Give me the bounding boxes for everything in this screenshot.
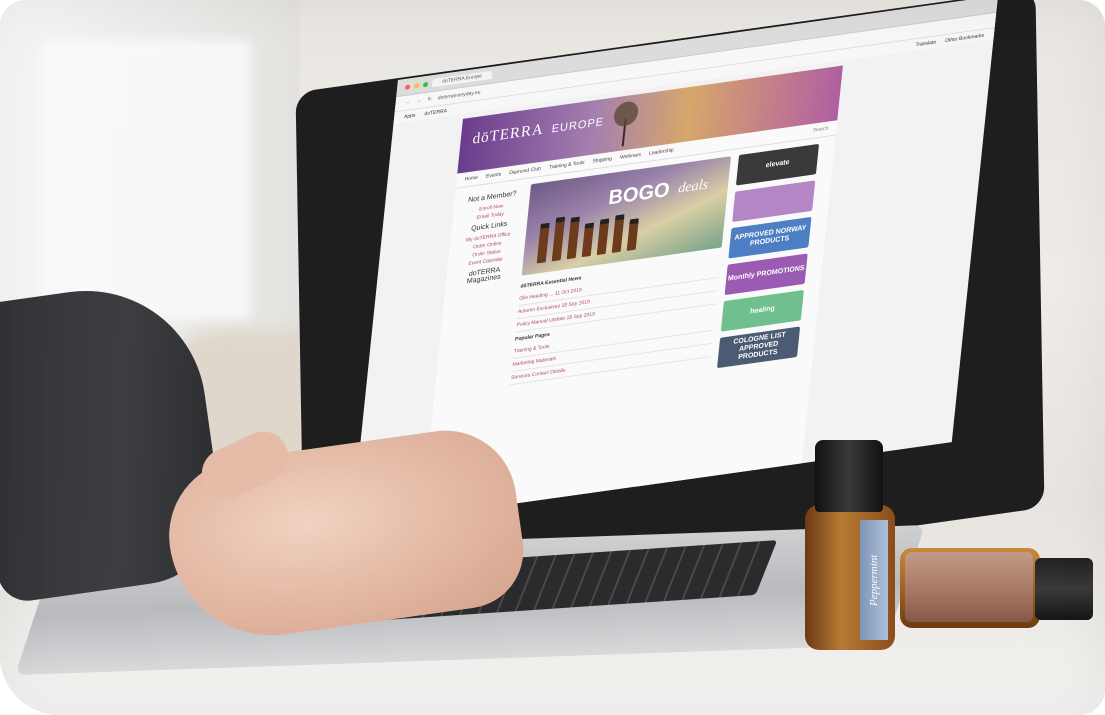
oil-bottle-icon	[566, 216, 580, 260]
search-input[interactable]: Search	[812, 125, 828, 133]
oil-bottle-icon	[596, 218, 610, 256]
bottle-cap	[1035, 558, 1093, 620]
bottle-group	[536, 206, 641, 264]
maximize-dot-icon[interactable]	[422, 81, 429, 88]
window-light	[40, 40, 250, 320]
bookmark-item[interactable]: doTERRA	[424, 108, 447, 117]
photo-frame: doTERRA Europe ← → ↻ doterraeveryday.eu …	[0, 0, 1105, 715]
bookmark-item[interactable]: Other Bookmarks	[945, 32, 985, 44]
nav-item-leadership[interactable]: Leadership	[649, 147, 674, 157]
bottle-cap	[815, 440, 883, 512]
bogo-script: deals	[677, 177, 709, 197]
nav-item-diamond-club[interactable]: Diamond Club	[509, 166, 541, 177]
cologne-list-tile[interactable]: COLOGNE LIST APPROVED PRODUCTS	[717, 326, 801, 369]
site-logo[interactable]: dōTERRA EUROPE	[472, 113, 605, 149]
nav-item-events[interactable]: Events	[486, 171, 502, 179]
reload-icon[interactable]: ↻	[427, 96, 432, 103]
minimize-dot-icon[interactable]	[413, 82, 420, 89]
bottle-label-lavender	[905, 552, 1033, 622]
oil-bottle-icon	[626, 218, 639, 251]
forward-icon[interactable]: →	[416, 98, 422, 105]
nav-item-webinars[interactable]: Webinars	[620, 152, 642, 161]
nav-item-shipping[interactable]: Shipping	[592, 156, 612, 165]
close-dot-icon[interactable]	[404, 83, 411, 90]
bookmark-item[interactable]: Apps	[404, 112, 416, 120]
magazines-heading[interactable]: doTERRA Magazines	[453, 265, 514, 288]
nav-item-home[interactable]: Home	[464, 175, 478, 183]
monthly-promotions-tile[interactable]: Monthly PROMOTIONS	[724, 253, 808, 296]
oil-bottle-icon	[611, 214, 625, 253]
logo-region: EUROPE	[551, 115, 605, 136]
back-icon[interactable]: ←	[405, 99, 411, 106]
norway-products-tile[interactable]: APPROVED NORWAY PRODUCTS	[728, 216, 812, 259]
news-section: dōTERRA Essential News Oils Heading ... …	[510, 256, 721, 386]
wellness-tile[interactable]	[732, 180, 816, 223]
tree-illustration	[613, 101, 639, 147]
right-sidebar: elevate APPROVED NORWAY PRODUCTS Monthly…	[717, 143, 820, 369]
url-text[interactable]: doterraeveryday.eu	[437, 89, 480, 101]
nav-item-training[interactable]: Training & Tools	[549, 160, 585, 171]
oil-bottle-icon	[551, 216, 566, 262]
oil-bottle-icon	[536, 222, 550, 264]
elevate-tile[interactable]: elevate	[735, 143, 820, 186]
logo-text: dōTERRA	[471, 121, 544, 148]
bookmark-item[interactable]: Translate	[915, 39, 936, 48]
oil-bottle-icon	[581, 222, 595, 258]
bottle-label: Peppermint	[860, 520, 888, 640]
healing-tile[interactable]: healing	[720, 289, 804, 332]
main-column: BOGO deals dōTERRA Essential News Oils H…	[509, 156, 732, 397]
